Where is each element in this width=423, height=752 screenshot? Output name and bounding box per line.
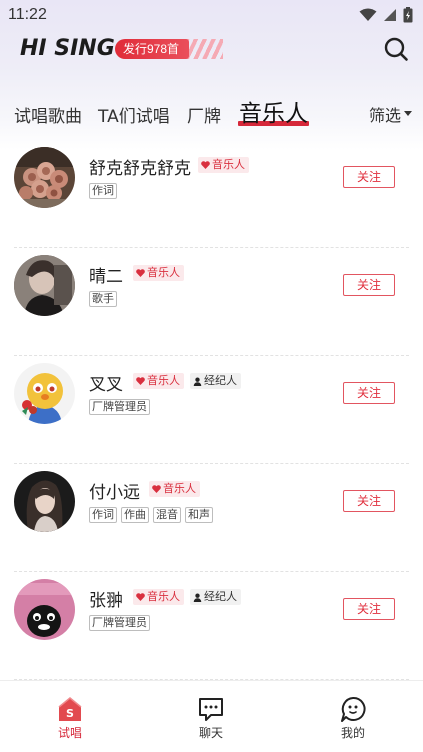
- signal-icon: [384, 9, 396, 21]
- user-name[interactable]: 叉叉: [89, 370, 123, 395]
- agent-badge: 经纪人: [190, 589, 241, 605]
- release-count-badge[interactable]: 发行978首: [115, 39, 190, 59]
- tab-labels[interactable]: 厂牌: [187, 102, 221, 127]
- follow-button[interactable]: 关注: [343, 490, 395, 512]
- list-item[interactable]: 付小远 音乐人 作词 作曲 混音 和声 关注: [0, 464, 423, 572]
- musician-badge: 音乐人: [133, 373, 184, 389]
- nav-item-chat[interactable]: 聊天: [166, 681, 256, 752]
- musician-badge-label: 音乐人: [147, 266, 180, 279]
- filter-button[interactable]: 筛选: [369, 102, 413, 126]
- avatar[interactable]: [14, 363, 75, 424]
- user-name[interactable]: 舒克舒克舒克: [89, 154, 191, 179]
- release-badge-wrap[interactable]: 发行978首: [115, 39, 225, 59]
- heart-icon: [201, 161, 210, 169]
- tab-trial-songs[interactable]: 试唱歌曲: [14, 102, 82, 127]
- nav-label: 我的: [340, 726, 365, 740]
- avatar[interactable]: [14, 471, 75, 532]
- role-tags: 厂牌管理员: [89, 615, 150, 631]
- list-item[interactable]: 舒克舒克舒克 音乐人 作词 关注: [0, 140, 423, 248]
- user-name[interactable]: 张翀: [89, 586, 123, 611]
- musician-badge: 音乐人: [198, 157, 249, 173]
- agent-badge-label: 经纪人: [204, 590, 237, 603]
- status-bar: 11:22: [0, 0, 423, 30]
- app-header: HI SING 发行978首: [0, 30, 423, 70]
- user-name[interactable]: 付小远: [89, 478, 140, 503]
- role-tag: 作词: [89, 507, 117, 523]
- wifi-icon: [359, 8, 377, 21]
- role-tag: 歌手: [89, 291, 117, 307]
- role-tags: 作词: [89, 183, 117, 199]
- musician-badge: 音乐人: [149, 481, 200, 497]
- list-item[interactable]: 叉叉 音乐人 经纪人 厂牌管理员 关注: [0, 356, 423, 464]
- battery-icon: [403, 7, 413, 23]
- person-icon: [193, 377, 202, 386]
- musician-badge-label: 音乐人: [163, 482, 196, 495]
- musician-badge-label: 音乐人: [212, 158, 245, 171]
- agent-badge-label: 经纪人: [204, 374, 237, 387]
- role-tags: 厂牌管理员: [89, 399, 150, 415]
- app-logo: HI SING: [20, 36, 115, 61]
- chat-icon: [199, 698, 223, 721]
- status-icons: [359, 7, 413, 23]
- tab-musicians[interactable]: 音乐人: [239, 94, 308, 128]
- category-tabs: 试唱歌曲 TA们试唱 厂牌 音乐人 筛选: [0, 90, 423, 130]
- follow-button[interactable]: 关注: [343, 382, 395, 404]
- bottom-nav: S 试唱 聊天 我的: [0, 680, 423, 752]
- avatar[interactable]: [14, 147, 75, 208]
- role-tags: 歌手: [89, 291, 117, 307]
- badge-stripes-decoration: [185, 39, 223, 59]
- person-icon: [193, 593, 202, 602]
- role-tag: 混音: [153, 507, 181, 523]
- list-item[interactable]: 张翀 音乐人 经纪人 厂牌管理员 关注: [0, 572, 423, 680]
- badge-row: 音乐人: [198, 157, 249, 173]
- musician-badge: 音乐人: [133, 589, 184, 605]
- role-tag: 厂牌管理员: [89, 399, 150, 415]
- nav-label: 试唱: [57, 726, 82, 740]
- badge-row: 音乐人 经纪人: [133, 373, 241, 389]
- role-tag: 作词: [89, 183, 117, 199]
- user-name[interactable]: 晴二: [89, 262, 123, 287]
- avatar[interactable]: [14, 255, 75, 316]
- caret-down-icon: [404, 111, 413, 116]
- badge-row: 音乐人: [133, 265, 184, 281]
- avatar[interactable]: [14, 579, 75, 640]
- musician-badge: 音乐人: [133, 265, 184, 281]
- role-tag: 和声: [185, 507, 213, 523]
- nav-item-profile[interactable]: 我的: [308, 681, 398, 752]
- follow-button[interactable]: 关注: [343, 274, 395, 296]
- nav-item-trial[interactable]: S 试唱: [25, 681, 115, 752]
- svg-text:S: S: [66, 707, 74, 720]
- badge-row: 音乐人 经纪人: [133, 589, 241, 605]
- heart-icon: [136, 593, 145, 601]
- home-s-icon: S: [58, 697, 82, 721]
- musician-list: 舒克舒克舒克 音乐人 作词 关注 晴二 音乐人 歌手 关注 叉叉 音乐人 经纪人…: [0, 140, 423, 680]
- musician-badge-label: 音乐人: [147, 374, 180, 387]
- profile-face-icon: [341, 696, 366, 722]
- search-icon[interactable]: [383, 36, 409, 62]
- badge-row: 音乐人: [149, 481, 200, 497]
- heart-icon: [152, 485, 161, 493]
- role-tag: 作曲: [121, 507, 149, 523]
- list-item[interactable]: 晴二 音乐人 歌手 关注: [0, 248, 423, 356]
- nav-label: 聊天: [198, 726, 223, 740]
- follow-button[interactable]: 关注: [343, 166, 395, 188]
- follow-button[interactable]: 关注: [343, 598, 395, 620]
- heart-icon: [136, 377, 145, 385]
- musician-badge-label: 音乐人: [147, 590, 180, 603]
- role-tags: 作词 作曲 混音 和声: [89, 507, 213, 523]
- heart-icon: [136, 269, 145, 277]
- role-tag: 厂牌管理员: [89, 615, 150, 631]
- filter-label: 筛选: [369, 106, 402, 125]
- status-time: 11:22: [8, 6, 47, 23]
- tab-their-trials[interactable]: TA们试唱: [98, 102, 170, 127]
- agent-badge: 经纪人: [190, 373, 241, 389]
